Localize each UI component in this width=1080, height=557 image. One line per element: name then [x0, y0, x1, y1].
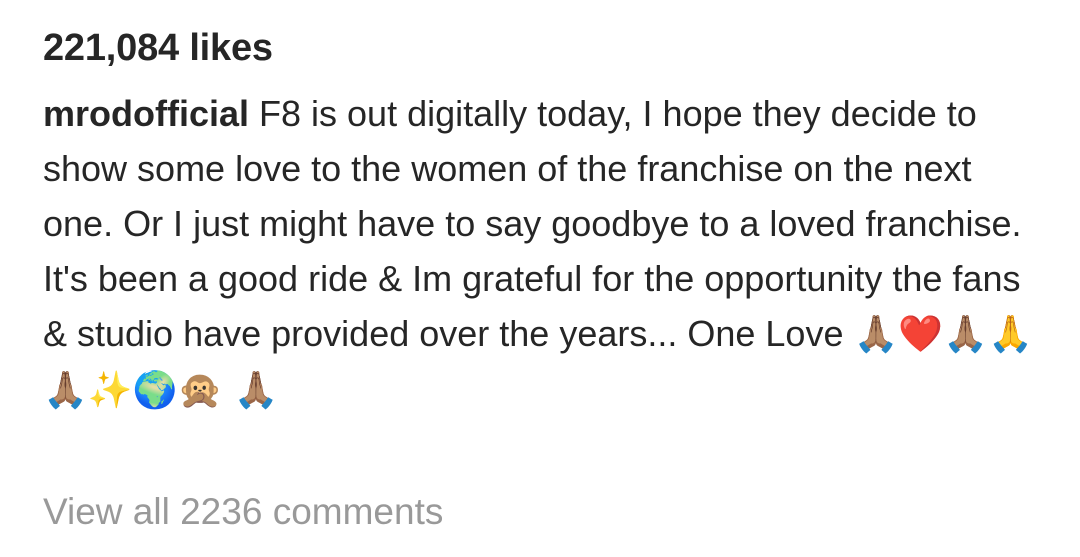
caption: mrodofficial F8 is out digitally today, …	[43, 86, 1040, 418]
likes-count[interactable]: 221,084 likes	[43, 24, 1040, 72]
caption-username[interactable]: mrodofficial	[43, 93, 249, 134]
view-all-comments-link[interactable]: View all 2236 comments	[43, 488, 443, 536]
post-footer: 221,084 likes mrodofficial F8 is out dig…	[0, 0, 1080, 557]
